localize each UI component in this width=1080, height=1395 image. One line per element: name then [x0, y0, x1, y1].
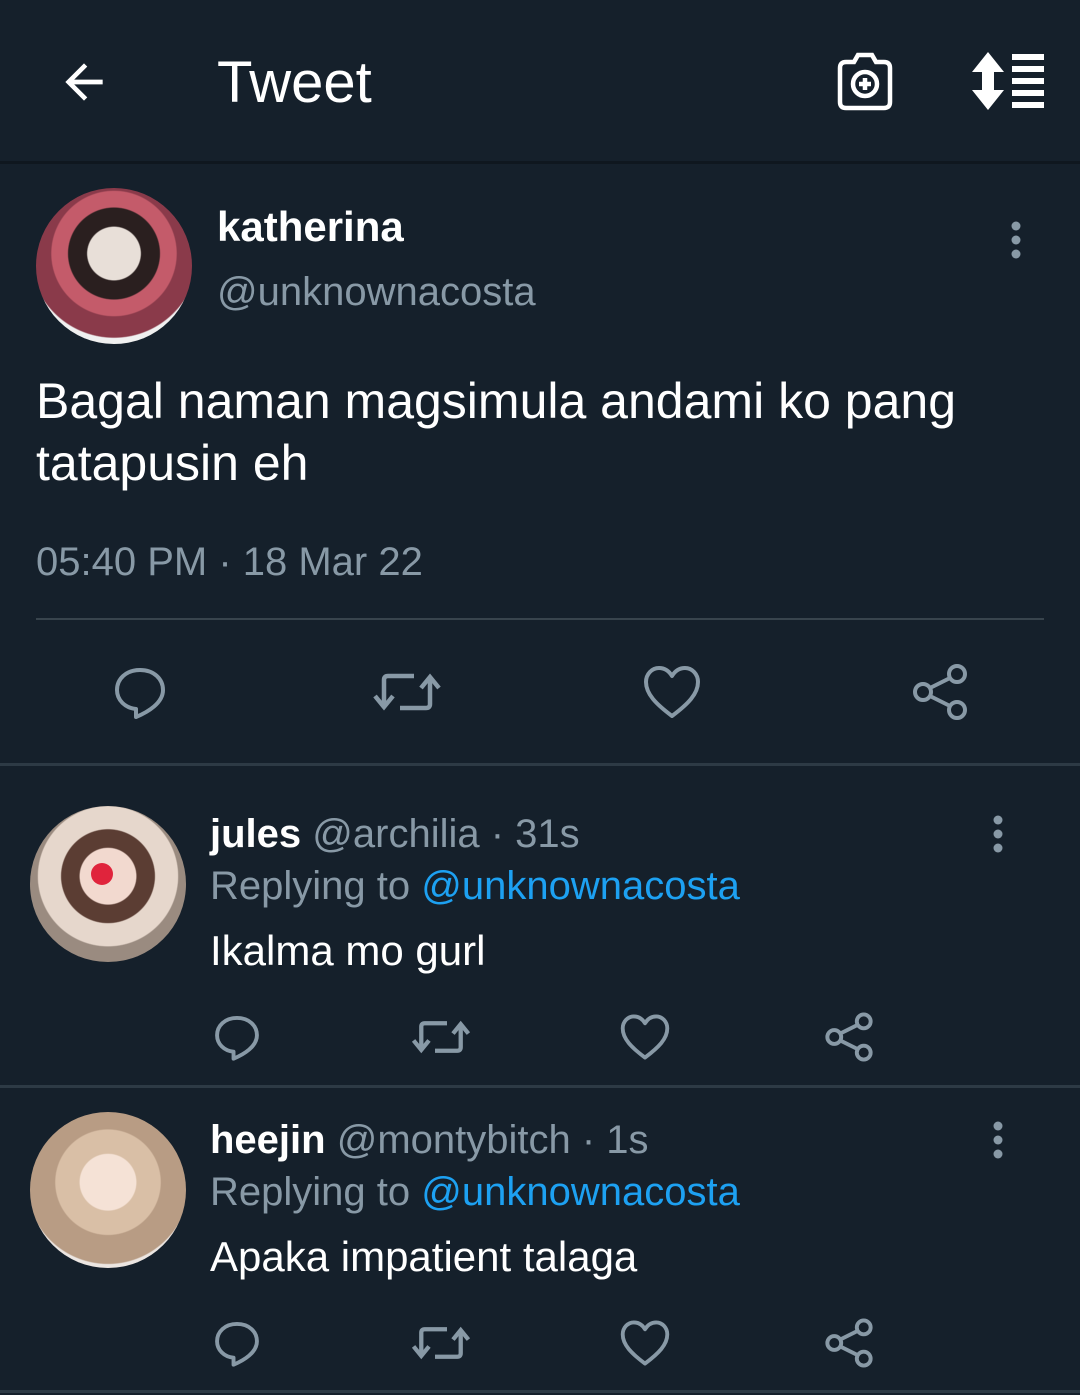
more-options-button[interactable] — [978, 804, 1018, 864]
replying-to-label: Replying to — [210, 864, 411, 908]
sort-list-icon — [972, 52, 1044, 110]
camera-plus-icon — [837, 52, 893, 111]
reply-time: · 31s — [490, 812, 580, 856]
retweet-icon — [411, 1326, 471, 1360]
reply-icon — [215, 1321, 259, 1367]
reply-author-handle[interactable]: @montybitch — [337, 1118, 571, 1162]
back-button[interactable] — [52, 50, 116, 114]
reply-text: Ikalma mo gurl — [210, 927, 486, 974]
section-divider — [0, 1390, 1080, 1393]
share-icon — [825, 1012, 873, 1062]
reply-header: heejin @montybitch · 1s — [210, 1116, 649, 1164]
more-vertical-icon — [1011, 221, 1021, 259]
reply-button[interactable] — [210, 1010, 264, 1064]
retweet-icon — [373, 673, 441, 711]
mention-link[interactable]: @unknownacosta — [421, 864, 740, 908]
reply-author-handle[interactable]: @archilia — [312, 812, 479, 856]
avatar[interactable] — [30, 806, 186, 962]
reply-icon — [215, 1015, 259, 1061]
more-vertical-icon — [993, 1121, 1003, 1159]
heart-icon — [620, 1320, 670, 1366]
retweet-button[interactable] — [410, 1010, 472, 1064]
reply-icon — [115, 668, 165, 719]
reply-text: Apaka impatient talaga — [210, 1233, 638, 1280]
reply-author-name[interactable]: jules — [210, 812, 301, 856]
reply-time: · 1s — [581, 1118, 649, 1162]
reply-header: jules @archilia · 31s — [210, 810, 580, 858]
share-button[interactable] — [908, 660, 972, 724]
like-button[interactable] — [618, 1010, 672, 1064]
retweet-button[interactable] — [410, 1316, 472, 1370]
tweet-timestamp: 05:40 PM · 18 Mar 22 — [36, 540, 423, 584]
heart-icon — [620, 1014, 670, 1060]
reply-button[interactable] — [210, 1316, 264, 1370]
more-vertical-icon — [993, 815, 1003, 853]
avatar[interactable] — [36, 188, 192, 344]
replying-to: Replying to @unknownacosta — [210, 1168, 740, 1216]
more-options-button[interactable] — [978, 1110, 1018, 1170]
retweet-icon — [411, 1020, 471, 1054]
reply-author-name[interactable]: heejin — [210, 1118, 326, 1162]
like-button[interactable] — [640, 660, 704, 724]
replying-to: Replying to @unknownacosta — [210, 862, 740, 910]
retweet-button[interactable] — [372, 660, 442, 724]
tweet-text: Bagal naman magsimula andami ko pang tat… — [36, 373, 956, 491]
avatar[interactable] — [30, 1112, 186, 1268]
author-name[interactable]: katherina — [217, 202, 404, 252]
share-icon — [825, 1318, 873, 1368]
camera-button[interactable] — [830, 46, 900, 116]
replying-to-label: Replying to — [210, 1170, 411, 1214]
top-app-bar: Tweet — [0, 0, 1080, 164]
like-button[interactable] — [618, 1316, 672, 1370]
share-icon — [913, 664, 967, 720]
clown-nose — [91, 863, 113, 885]
share-button[interactable] — [822, 1316, 876, 1370]
more-options-button[interactable] — [996, 210, 1036, 270]
arrow-left-icon — [65, 63, 103, 101]
author-handle[interactable]: @unknownacosta — [217, 268, 536, 316]
divider — [36, 618, 1044, 620]
reply-button[interactable] — [108, 660, 172, 724]
page-title: Tweet — [217, 50, 372, 115]
section-divider — [0, 763, 1080, 766]
section-divider — [0, 1085, 1080, 1088]
heart-icon — [644, 666, 700, 718]
sort-button[interactable] — [966, 46, 1050, 116]
share-button[interactable] — [822, 1010, 876, 1064]
mention-link[interactable]: @unknownacosta — [421, 1170, 740, 1214]
